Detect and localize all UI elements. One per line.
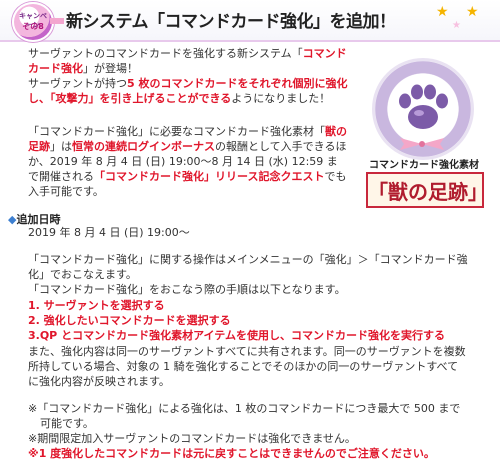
intro-text: サーヴァントのコマンドカードを強化する新システム「	[28, 47, 303, 60]
ribbon-bow-icon	[400, 138, 444, 150]
note-item: ※期間限定加入サーヴァントのコマンドカードは強化できません。	[28, 432, 356, 445]
emblem-name: 「獣の足跡」	[368, 179, 488, 204]
step-item: 1. サーヴァントを選択する	[28, 299, 165, 312]
note-item-warning: ※1 度強化したコマンドカードは元に戻すことはできませんのでご注意ください。	[28, 447, 435, 460]
share-text: に強化内容が反映されます。	[28, 375, 170, 388]
material-text: で開催される	[28, 170, 94, 183]
material-paragraph: 「コマンドカード強化」に必要なコマンドカード強化素材「獣の 足跡」は恒常の連続ロ…	[28, 124, 364, 199]
share-text: 所持している場合、対象の 1 騎を強化することでそのほかの同一のサーヴァントすべ…	[28, 360, 459, 373]
page-header: キャンペーン その8 新システム「コマンドカード強化」を追加！ ★ ★ ★	[0, 0, 500, 42]
material-text: でも	[324, 170, 347, 183]
ribbon-decoration	[50, 18, 64, 24]
material-text: の報酬として入手できるほ	[215, 140, 347, 153]
step-item: 3.QP とコマンドカード強化素材アイテムを使用し、コマンドカード強化を実行する	[28, 329, 445, 342]
material-text: 」は	[50, 140, 72, 153]
step-item: 2. 強化したいコマンドカードを選択する	[28, 314, 231, 327]
campaign-badge-number: その8	[22, 22, 44, 31]
emblem-caption: コマンドカード強化素材	[369, 160, 479, 171]
operation-text: 「コマンドカード強化」に関する操作はメインメニューの「強化」＞「コマンドカード強	[28, 253, 468, 266]
material-text: 「コマンドカード強化」に必要なコマンドカード強化素材「	[28, 125, 325, 138]
star-icon: ★	[466, 4, 479, 20]
operation-text: 化」でおこなえます。	[28, 268, 137, 281]
intro-text: サーヴァントが持つ	[28, 77, 127, 90]
intro-highlight: コマンド	[302, 47, 347, 60]
material-highlight: 獣の	[325, 125, 347, 138]
steps-list: 1. サーヴァントを選択する 2. 強化したいコマンドカードを選択する 3.QP…	[28, 298, 445, 343]
note-item: 可能です。	[40, 417, 94, 430]
material-text: 入手可能です。	[28, 185, 104, 198]
intro-text: ようになりました！	[231, 92, 331, 105]
star-icon: ★	[452, 20, 461, 31]
schedule-date: 2019 年 8 月 4 日 (日) 19:00～	[28, 226, 190, 239]
intro-highlight: 5 枚のコマンドカードをそれぞれ個別に強化	[127, 77, 348, 90]
notes-paragraph: ※「コマンドカード強化」による強化は、1 枚のコマンドカードにつき最大で 500…	[28, 401, 488, 461]
share-paragraph: また、強化内容は同一のサーヴァントすべてに共有されます。同一のサーヴァントを複数…	[28, 344, 492, 389]
page-title: 新システム「コマンドカード強化」を追加！	[66, 12, 396, 32]
operation-text: 「コマンドカード強化」をおこなう際の手順は以下となります。	[28, 283, 346, 296]
material-highlight: 恒常の連続ログインボーナス	[72, 140, 215, 153]
material-highlight: 足跡	[28, 140, 50, 153]
material-text: か、2019 年 8 月 4 日 (日) 19:00～8 月 14 日 (水) …	[28, 155, 338, 168]
campaign-badge: キャンペーン その8	[12, 2, 54, 42]
share-text: また、強化内容は同一のサーヴァントすべてに共有されます。同一のサーヴァントを複数	[28, 345, 466, 358]
operation-paragraph: 「コマンドカード強化」に関する操作はメインメニューの「強化」＞「コマンドカード強…	[28, 252, 488, 297]
note-item: ※「コマンドカード強化」による強化は、1 枚のコマンドカードにつき最大で 500…	[28, 402, 461, 415]
intro-paragraph: サーヴァントのコマンドカードを強化する新システム「コマンド カード強化」が登場！…	[28, 46, 358, 106]
material-highlight: 「コマンドカード強化」リリース記念クエスト	[94, 170, 325, 183]
emblem-name-box: 「獣の足跡」	[366, 172, 488, 208]
intro-highlight: カード強化	[28, 62, 83, 75]
star-icon: ★	[436, 4, 449, 20]
intro-text: 」が登場！	[83, 62, 138, 75]
intro-highlight: し、「攻撃力」を引き上げることができる	[28, 92, 232, 105]
